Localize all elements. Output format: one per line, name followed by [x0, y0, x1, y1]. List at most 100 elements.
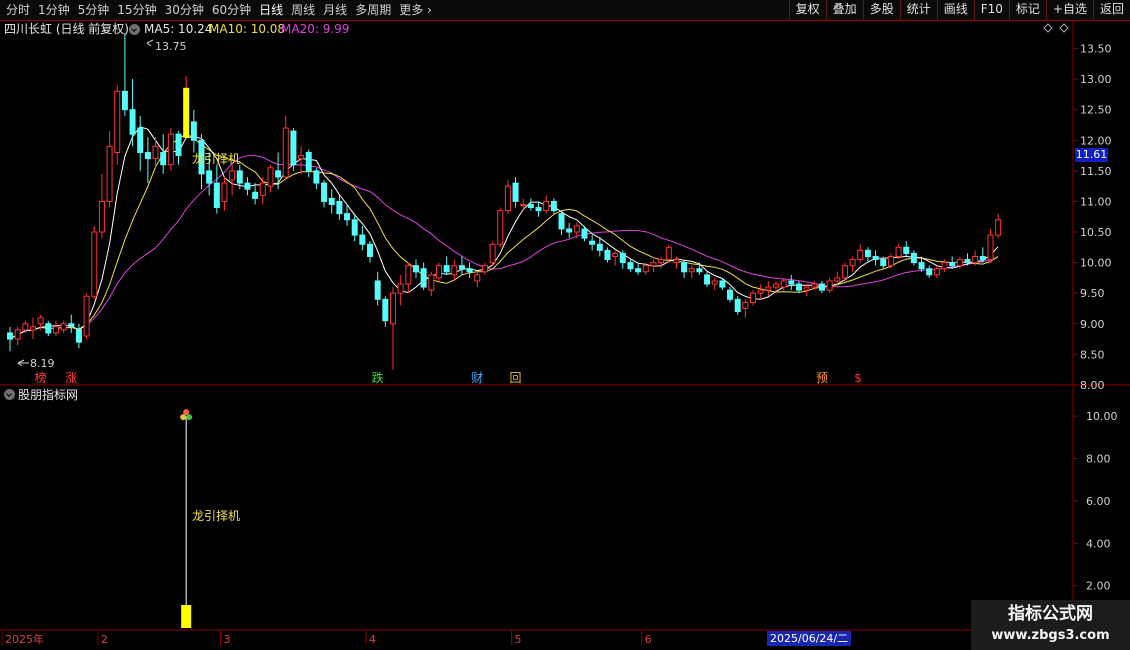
candle-body — [351, 219, 358, 236]
candle-body — [681, 262, 688, 273]
candle-body — [206, 170, 213, 184]
price-tick-label: 10.50 — [1080, 226, 1112, 239]
tab-monthly[interactable]: 月线 — [319, 0, 351, 20]
candle-body — [803, 286, 810, 291]
indicator-tick-label: 8.00 — [1086, 453, 1111, 466]
candle — [144, 137, 151, 184]
indicator-chevron-icon[interactable] — [4, 389, 15, 400]
chart-area[interactable]: 8.00 8.50 9.00 9.50 10.00 10.50 11.00 11.50 12.0… — [0, 21, 1130, 650]
restore-rights-button[interactable]: 复权 — [788, 0, 826, 20]
candle-body — [114, 90, 121, 154]
candle — [351, 213, 358, 242]
candle — [795, 280, 802, 294]
candle — [742, 299, 749, 318]
candle-body — [344, 213, 351, 221]
candle-body — [129, 109, 136, 135]
candle — [106, 131, 113, 208]
indicator-chart[interactable] — [180, 409, 193, 628]
tab-more[interactable]: 更多 › — [395, 0, 436, 20]
candle-body — [719, 280, 726, 288]
candle-body — [22, 323, 29, 331]
candle — [382, 296, 389, 327]
tab-weekly[interactable]: 周线 — [287, 0, 319, 20]
chevron-down-icon[interactable] — [129, 24, 140, 35]
candlestick-series[interactable] — [7, 33, 1002, 370]
candle-body — [390, 292, 396, 325]
tab-1min[interactable]: 1分钟 — [34, 0, 74, 20]
candle-body — [612, 252, 619, 257]
draw-line-button[interactable]: 画线 — [936, 0, 974, 20]
tab-30min[interactable]: 30分钟 — [161, 0, 208, 20]
candle-body — [14, 329, 21, 340]
diamond-icon-2[interactable] — [1059, 23, 1069, 33]
candle-body — [926, 268, 933, 276]
indicator-title: 股朋指标网 — [18, 388, 79, 402]
candle-body — [604, 249, 611, 261]
candle-body — [864, 249, 871, 257]
mark-button[interactable]: 标记 — [1008, 0, 1046, 20]
indicator-tick-label: 2.00 — [1086, 580, 1111, 593]
candle — [229, 164, 236, 196]
candle-body — [872, 255, 879, 261]
diamond-icon[interactable] — [1043, 23, 1053, 33]
ma10-label: MA10: 10.08 — [209, 22, 286, 36]
candle — [903, 241, 910, 257]
candle — [481, 262, 488, 275]
candle-body — [405, 265, 412, 285]
price-tick-label: 13.50 — [1080, 43, 1112, 56]
price-tick-label: 13.00 — [1080, 73, 1112, 86]
tab-daily[interactable]: 日线 — [255, 0, 287, 20]
candle-body — [857, 249, 864, 261]
price-tick-label: 11.50 — [1080, 165, 1112, 178]
candle — [619, 250, 626, 269]
tab-intraday[interactable]: 分时 — [2, 0, 34, 20]
candle-body — [481, 265, 488, 273]
add-watchlist-button[interactable]: +自选 — [1045, 0, 1093, 20]
extreme-labels: 13.75 8.19 龙引择机 — [17, 39, 240, 370]
candle — [841, 262, 848, 281]
tab-15min[interactable]: 15分钟 — [113, 0, 160, 20]
signal-dot — [183, 409, 190, 416]
candle-body — [328, 197, 335, 205]
watermark: 指标公式网 www.zbgs3.com — [971, 600, 1130, 650]
statistics-button[interactable]: 统计 — [899, 0, 937, 20]
candle-body — [443, 265, 450, 273]
indicator-tick-label: 10.00 — [1086, 410, 1118, 423]
tab-60min[interactable]: 60分钟 — [208, 0, 255, 20]
candle-body — [236, 170, 243, 184]
candle-body — [903, 246, 910, 254]
cursor-date-badge: 2025/06/24/二 — [767, 631, 852, 646]
candle-body — [144, 152, 151, 160]
ma20-line-path — [9, 155, 999, 340]
candle — [129, 79, 136, 147]
candle-body — [780, 280, 787, 288]
candle — [818, 280, 825, 294]
f10-button[interactable]: F10 — [973, 0, 1009, 20]
overlay-button[interactable]: 叠加 — [825, 0, 863, 20]
event-marker: 预 — [816, 371, 828, 385]
period-tabs: 分时 1分钟 5分钟 15分钟 30分钟 60分钟 日线 周线 月线 多周期 更… — [2, 0, 436, 20]
candle — [566, 222, 573, 239]
candle-body — [435, 265, 442, 279]
candle — [979, 247, 986, 263]
candle-body — [37, 317, 44, 325]
candle — [374, 271, 381, 306]
tool-buttons: 复权 叠加 多股 统计 画线 F10 标记 +自选 返回 — [788, 0, 1130, 20]
candle-body — [474, 274, 481, 282]
max-price-label: 13.75 — [155, 40, 187, 53]
candle — [650, 259, 657, 272]
candle-body — [321, 182, 328, 202]
candle — [474, 271, 481, 288]
back-button[interactable]: 返回 — [1092, 0, 1130, 20]
tab-multi-period[interactable]: 多周期 — [351, 0, 395, 20]
event-markers[interactable]: 榜 涨 跌 财 回 预 $ — [35, 370, 862, 385]
chart-frame — [0, 21, 1130, 631]
candle-body — [152, 145, 159, 160]
candle-body — [305, 152, 312, 172]
candle — [550, 198, 557, 214]
tab-5min[interactable]: 5分钟 — [74, 0, 114, 20]
candle — [734, 296, 741, 315]
candle-body — [466, 268, 473, 273]
candle-body — [650, 262, 657, 267]
multi-stock-button[interactable]: 多股 — [862, 0, 900, 20]
